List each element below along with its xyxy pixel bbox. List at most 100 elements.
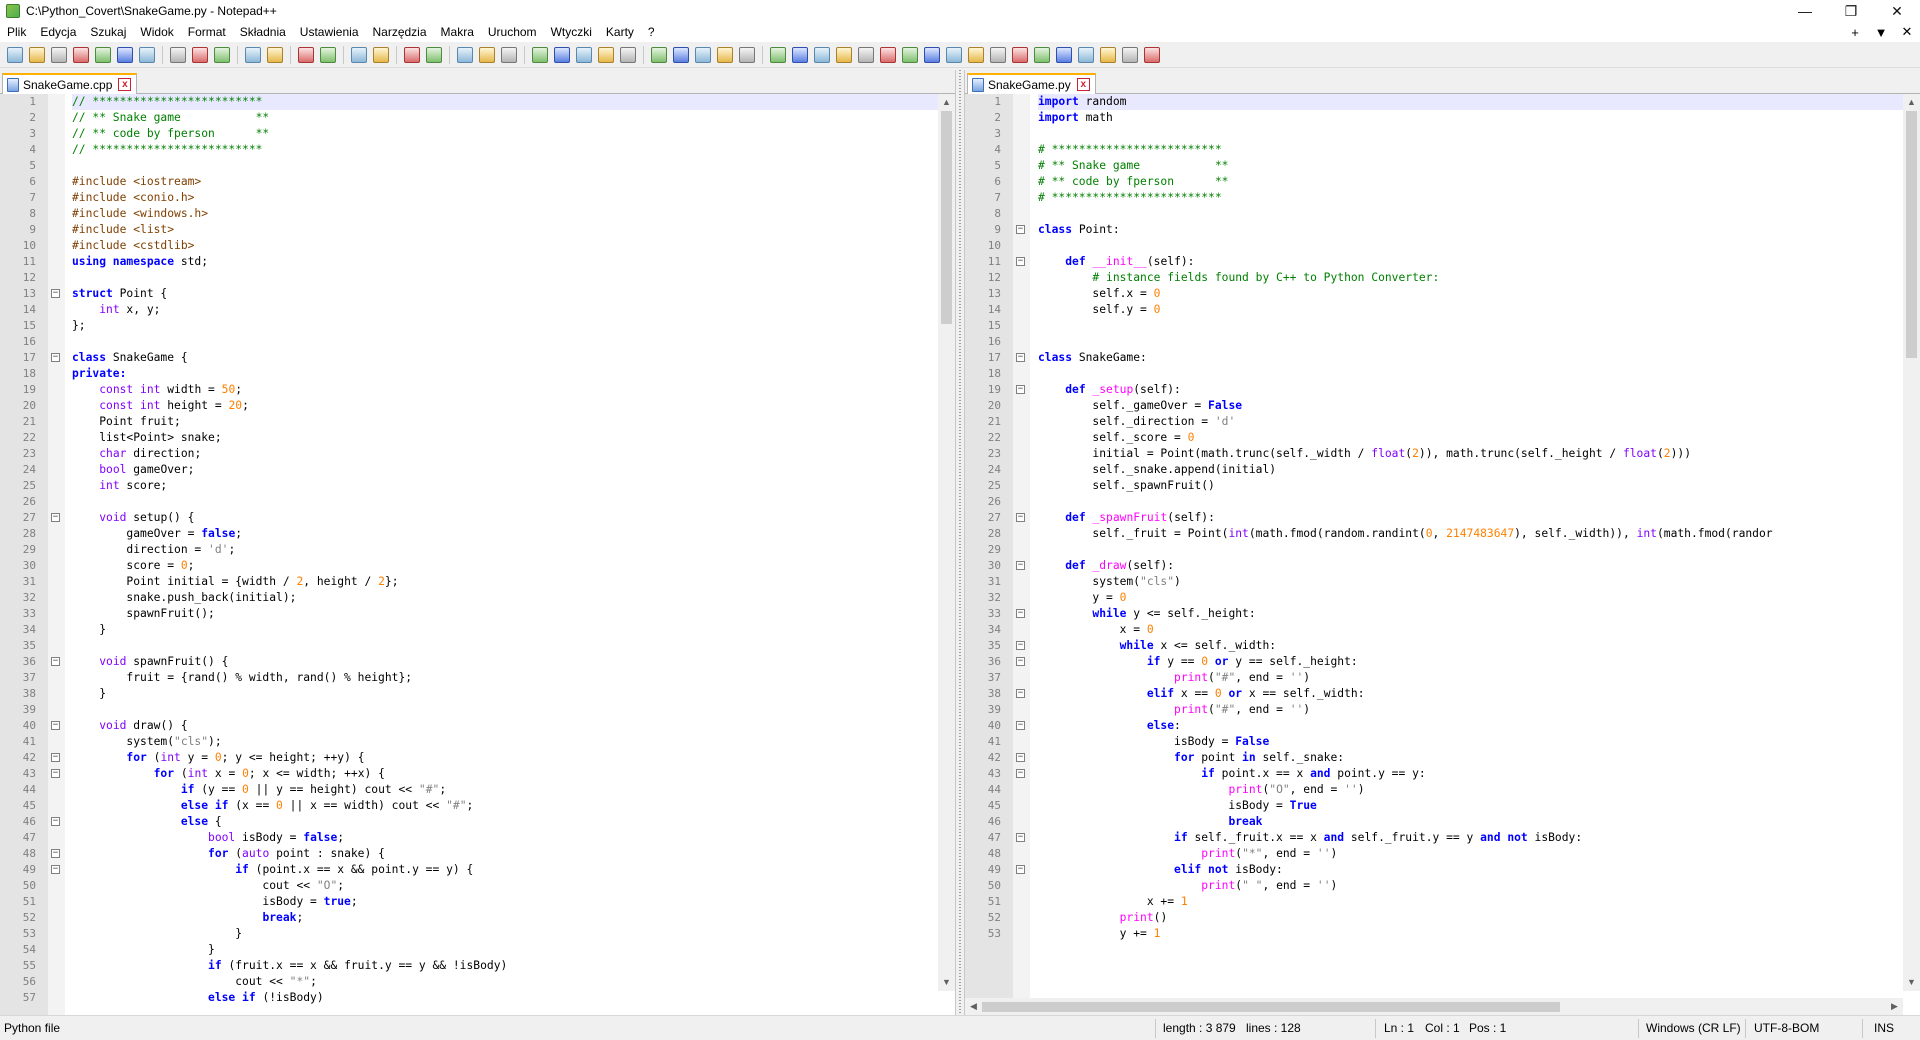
b16-icon[interactable] bbox=[1100, 46, 1116, 63]
restore-button[interactable]: ❐ bbox=[1828, 0, 1874, 22]
fold-toggle-icon[interactable]: − bbox=[1016, 385, 1025, 394]
tab-list-button[interactable]: ▼ bbox=[1868, 25, 1894, 40]
b4-icon[interactable] bbox=[836, 46, 852, 63]
scroll-left-icon[interactable]: ◀ bbox=[965, 998, 982, 1015]
menu-wtyczki[interactable]: Wtyczki bbox=[544, 25, 599, 39]
fold-toggle-icon[interactable]: − bbox=[1016, 257, 1025, 266]
minimize-button[interactable]: — bbox=[1782, 0, 1828, 22]
find-icon[interactable] bbox=[298, 46, 314, 63]
scrollbar-thumb[interactable] bbox=[1906, 111, 1917, 358]
menu-widok[interactable]: Widok bbox=[133, 25, 180, 39]
stop-icon[interactable] bbox=[673, 46, 689, 63]
b15-icon[interactable] bbox=[1078, 46, 1094, 63]
fold-toggle-icon[interactable]: − bbox=[1016, 865, 1025, 874]
fold-toggle-icon[interactable]: − bbox=[1016, 833, 1025, 842]
fold-toggle-icon[interactable]: − bbox=[1016, 353, 1025, 362]
redo-icon[interactable] bbox=[267, 46, 283, 63]
b3-icon[interactable] bbox=[814, 46, 830, 63]
close-tab-button[interactable]: ✕ bbox=[1894, 24, 1920, 40]
tab-snakegame-cpp[interactable]: SnakeGame.cpp x bbox=[2, 73, 138, 94]
close-all-icon[interactable] bbox=[117, 46, 133, 63]
zoom-out-icon[interactable] bbox=[373, 46, 389, 63]
save-all-icon[interactable] bbox=[73, 46, 89, 63]
sync-v-icon[interactable] bbox=[404, 46, 420, 63]
scroll-up-icon[interactable]: ▲ bbox=[938, 94, 955, 111]
paste-icon[interactable] bbox=[214, 46, 230, 63]
indent-guide-icon[interactable] bbox=[501, 46, 517, 63]
b1-icon[interactable] bbox=[770, 46, 786, 63]
fold-toggle-icon[interactable]: − bbox=[1016, 769, 1025, 778]
left-editor[interactable]: 1 // ************************* 2 // ** Snak… bbox=[0, 94, 955, 1015]
menu-format[interactable]: Format bbox=[181, 25, 233, 39]
open-file-icon[interactable] bbox=[29, 46, 45, 63]
fold-toggle-icon[interactable]: − bbox=[1016, 513, 1025, 522]
right-vertical-scrollbar[interactable]: ▲ ▼ bbox=[1903, 94, 1920, 991]
b10-icon[interactable] bbox=[968, 46, 984, 63]
b6-icon[interactable] bbox=[880, 46, 896, 63]
close-icon[interactable]: x bbox=[1076, 78, 1090, 91]
fold-toggle-icon[interactable]: − bbox=[51, 817, 60, 826]
menu-szukaj[interactable]: Szukaj bbox=[83, 25, 133, 39]
fold-toggle-icon[interactable]: − bbox=[51, 753, 60, 762]
menu-edycja[interactable]: Edycja bbox=[33, 25, 83, 39]
menu-help[interactable]: ? bbox=[641, 25, 662, 39]
all-chars-icon[interactable] bbox=[479, 46, 495, 63]
right-horizontal-scrollbar[interactable]: ◀ ▶ bbox=[965, 998, 1903, 1015]
fold-toggle-icon[interactable]: − bbox=[1016, 721, 1025, 730]
func-list-icon[interactable] bbox=[576, 46, 592, 63]
b18-icon[interactable] bbox=[1144, 46, 1160, 63]
close-icon[interactable] bbox=[95, 46, 111, 63]
b12-icon[interactable] bbox=[1012, 46, 1028, 63]
b14-icon[interactable] bbox=[1056, 46, 1072, 63]
play-multi-icon[interactable] bbox=[717, 46, 733, 63]
scrollbar-thumb[interactable] bbox=[941, 111, 952, 324]
wrap-icon[interactable] bbox=[457, 46, 473, 63]
replace-icon[interactable] bbox=[320, 46, 336, 63]
new-tab-button[interactable]: + bbox=[1842, 25, 1868, 40]
b5-icon[interactable] bbox=[858, 46, 874, 63]
scroll-right-icon[interactable]: ▶ bbox=[1886, 998, 1903, 1015]
undo-icon[interactable] bbox=[245, 46, 261, 63]
monitor-icon[interactable] bbox=[620, 46, 636, 63]
fold-toggle-icon[interactable]: − bbox=[1016, 225, 1025, 234]
b11-icon[interactable] bbox=[990, 46, 1006, 63]
fold-toggle-icon[interactable]: − bbox=[51, 289, 60, 298]
save-macro-icon[interactable] bbox=[739, 46, 755, 63]
close-icon[interactable]: x bbox=[118, 78, 132, 91]
scroll-up-icon[interactable]: ▲ bbox=[1903, 94, 1920, 111]
scroll-down-icon[interactable]: ▼ bbox=[1903, 974, 1920, 991]
new-file-icon[interactable] bbox=[7, 46, 23, 63]
menu-plik[interactable]: Plik bbox=[0, 25, 33, 39]
fold-toggle-icon[interactable]: − bbox=[51, 721, 60, 730]
b9-icon[interactable] bbox=[946, 46, 962, 63]
tab-snakegame-py[interactable]: SnakeGame.py x bbox=[967, 73, 1096, 94]
fold-toggle-icon[interactable]: − bbox=[51, 769, 60, 778]
sync-h-icon[interactable] bbox=[426, 46, 442, 63]
save-icon[interactable] bbox=[51, 46, 67, 63]
menu-skladnia[interactable]: Składnia bbox=[233, 25, 293, 39]
fold-toggle-icon[interactable]: − bbox=[1016, 561, 1025, 570]
fold-toggle-icon[interactable]: − bbox=[51, 353, 60, 362]
close-button[interactable]: ✕ bbox=[1874, 0, 1920, 22]
fold-toggle-icon[interactable]: − bbox=[1016, 753, 1025, 762]
play-icon[interactable] bbox=[695, 46, 711, 63]
left-vertical-scrollbar[interactable]: ▲ ▼ bbox=[938, 94, 955, 991]
menu-narzedzia[interactable]: Narzędzia bbox=[366, 25, 434, 39]
record-icon[interactable] bbox=[651, 46, 667, 63]
b17-icon[interactable] bbox=[1122, 46, 1138, 63]
hscrollbar-thumb[interactable] bbox=[982, 1002, 1560, 1012]
fold-toggle-icon[interactable]: − bbox=[51, 849, 60, 858]
menu-ustawienia[interactable]: Ustawienia bbox=[293, 25, 366, 39]
menu-uruchom[interactable]: Uruchom bbox=[481, 25, 544, 39]
pane-splitter[interactable] bbox=[955, 70, 965, 1015]
fold-toggle-icon[interactable]: − bbox=[1016, 609, 1025, 618]
print-icon[interactable] bbox=[139, 46, 155, 63]
right-editor[interactable]: 1 import random 2 import math 3 4 # **********… bbox=[965, 94, 1920, 998]
fold-toggle-icon[interactable]: − bbox=[1016, 657, 1025, 666]
fold-toggle-icon[interactable]: − bbox=[51, 865, 60, 874]
cut-icon[interactable] bbox=[170, 46, 186, 63]
b2-icon[interactable] bbox=[792, 46, 808, 63]
copy-icon[interactable] bbox=[192, 46, 208, 63]
menu-makra[interactable]: Makra bbox=[434, 25, 481, 39]
b13-icon[interactable] bbox=[1034, 46, 1050, 63]
